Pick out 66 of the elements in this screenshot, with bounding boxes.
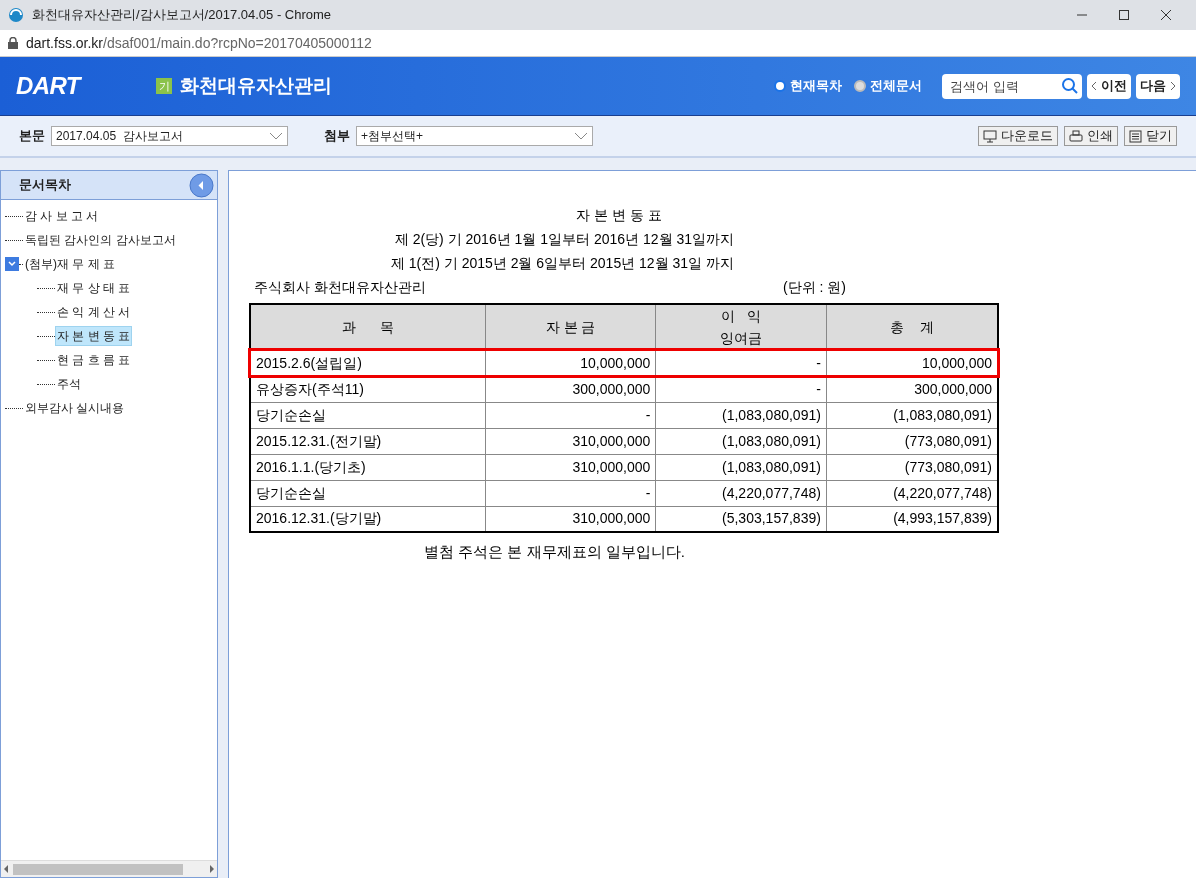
previous-button[interactable]: 이전 — [1087, 73, 1131, 99]
chevron-down-icon — [8, 261, 16, 267]
table-cell: 당기순손실 — [250, 480, 486, 506]
period-text: 제 2(당) 기 2016년 1월 1일부터 2016년 12월 31일까지 — [393, 230, 735, 249]
tree-item[interactable]: 주석 — [55, 374, 83, 394]
chevron-down-icon — [269, 132, 283, 140]
table-cell: - — [655, 376, 827, 402]
printer-icon — [1069, 129, 1083, 143]
lock-icon — [8, 37, 18, 49]
collapse-button-icon[interactable] — [189, 172, 214, 198]
site-logo-icon — [8, 7, 24, 23]
table-cell: 당기순손실 — [250, 402, 486, 428]
document-title: 자 본 변 동 표 — [575, 206, 663, 225]
unit-text: (단위 : 원) — [783, 278, 847, 297]
table-cell: - — [485, 480, 656, 506]
table-cell: (1,083,080,091) — [655, 454, 827, 480]
window-title: 화천대유자산관리/감사보고서/2017.04.05 - Chrome — [32, 6, 333, 25]
company-text: 주식회사 화천대유자산관리 — [254, 278, 427, 297]
close-icon[interactable] — [1160, 9, 1172, 21]
next-button[interactable]: 다음 — [1136, 73, 1180, 99]
horizontal-scrollbar[interactable] — [1, 860, 217, 877]
tree-item[interactable]: 독립된 감사인의 감사보고서 — [23, 230, 178, 250]
tree-item[interactable]: (첨부)재 무 제 표 — [23, 254, 117, 274]
download-button[interactable]: 다운로드 — [978, 126, 1058, 146]
chevron-down-icon — [574, 132, 588, 140]
sidebar-title: 문서목차 — [19, 176, 71, 195]
search-icon[interactable] — [1061, 76, 1079, 95]
table-cell: 유상증자(주석11) — [250, 376, 486, 402]
table-cell: 310,000,000 — [485, 454, 656, 480]
dart-logo: DART — [16, 71, 83, 101]
tree-item[interactable]: 손 익 계 산 서 — [55, 302, 133, 322]
tree-item[interactable]: 자 본 변 동 표 — [55, 326, 133, 346]
scope-radio[interactable]: 현재목차 — [774, 76, 842, 96]
url-text[interactable]: dart.fss.or.kr/dsaf001/main.do?rcpNo=20170405000112 — [26, 32, 372, 54]
table-cell: (4,220,077,748) — [655, 480, 827, 506]
print-button[interactable]: 인쇄 — [1064, 126, 1118, 146]
table-cell: 310,000,000 — [485, 428, 656, 454]
monitor-icon — [983, 129, 997, 143]
close-button[interactable]: 닫기 — [1124, 126, 1177, 146]
scope-radio[interactable]: 전체문서 — [854, 76, 922, 96]
table-cell: 300,000,000 — [485, 376, 656, 402]
scroll-right-icon[interactable] — [209, 865, 215, 873]
chevron-right-icon — [1170, 81, 1176, 91]
tree-item[interactable]: 재 무 상 태 표 — [55, 278, 133, 298]
document-icon — [1129, 129, 1142, 143]
dropdown[interactable]: 2017.04.05 감사보고서 — [51, 126, 288, 146]
table-cell: 2016.1.1.(당기초) — [250, 454, 486, 480]
search-field[interactable]: 검색어 입력 — [942, 73, 1082, 99]
table-cell: - — [485, 402, 656, 428]
chevron-left-icon — [1091, 81, 1097, 91]
dropdown[interactable]: +첨부선택+ — [356, 126, 593, 146]
tree-item[interactable]: 감 사 보 고 서 — [23, 206, 101, 226]
scroll-left-icon[interactable] — [3, 865, 9, 873]
tree-item[interactable]: 현 금 흐 름 표 — [55, 350, 133, 370]
table-cell: (1,083,080,091) — [655, 402, 827, 428]
period-text: 제 1(전) 기 2015년 2월 6일부터 2015년 12월 31일 까지 — [389, 254, 735, 273]
company-badge: 기 — [156, 78, 172, 94]
field-label: 첨부 — [324, 127, 350, 146]
note-text: 별첨 주석은 본 재무제표의 일부입니다. — [423, 542, 686, 562]
tree-item[interactable]: 외부감사 실시내용 — [23, 398, 127, 418]
expand-toggle[interactable] — [5, 257, 19, 271]
company-name: 화천대유자산관리 — [180, 73, 333, 98]
maximize-icon[interactable] — [1118, 9, 1130, 21]
table-cell: (1,083,080,091) — [655, 428, 827, 454]
table-cell: 2015.12.31.(전기말) — [250, 428, 486, 454]
field-label: 본문 — [19, 127, 45, 146]
